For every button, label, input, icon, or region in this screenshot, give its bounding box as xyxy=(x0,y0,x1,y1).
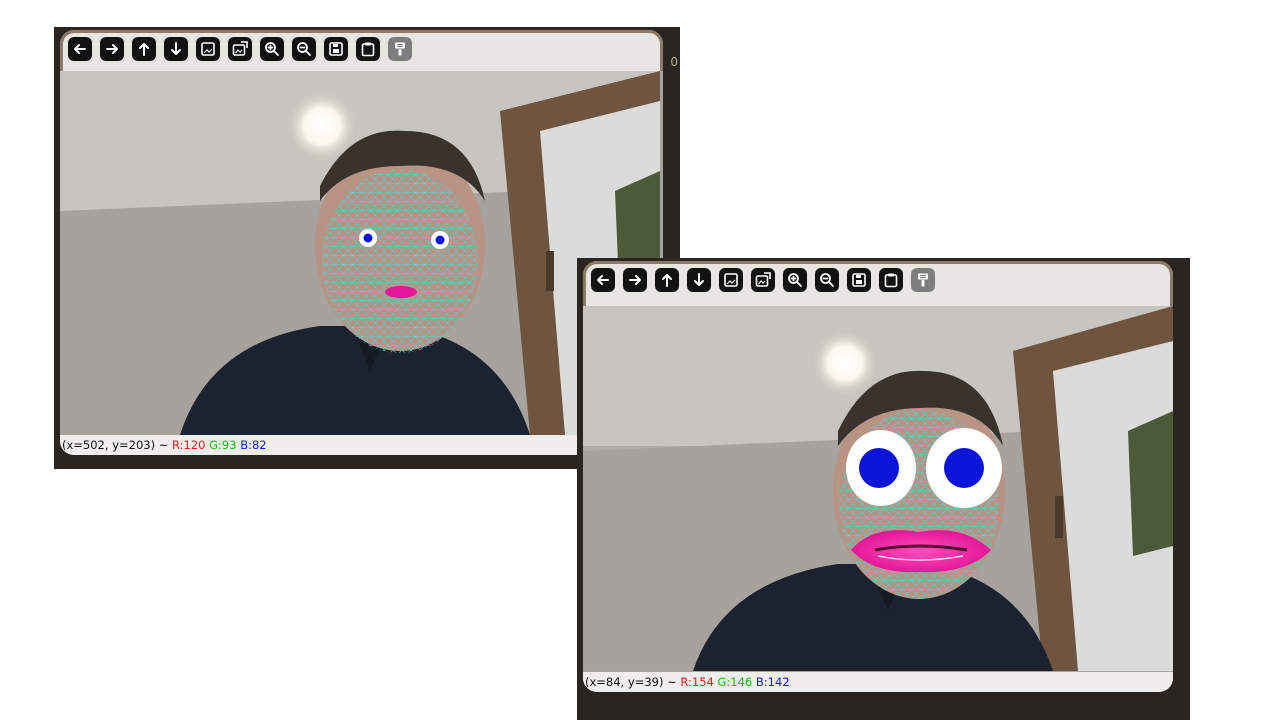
pan-down-icon xyxy=(171,42,181,55)
pan-up-button[interactable] xyxy=(655,268,679,292)
cursor-coordinates: (x=84, y=39) ~ xyxy=(585,675,677,689)
properties-icon xyxy=(918,273,928,287)
properties-button[interactable] xyxy=(911,268,935,292)
original-size-icon xyxy=(755,272,771,287)
status-bar: (x=502, y=203) ~ R:120 G:93 B:82 xyxy=(60,435,663,455)
zoom-in-icon xyxy=(788,273,802,287)
zoom-out-icon xyxy=(820,273,834,287)
zoom-out-button[interactable] xyxy=(292,37,316,61)
pan-up-button[interactable] xyxy=(132,37,156,61)
red-value: R:120 xyxy=(172,438,206,452)
pan-up-icon xyxy=(139,43,149,56)
forward-button[interactable] xyxy=(100,37,124,61)
zoom-in-button[interactable] xyxy=(783,268,807,292)
save-icon xyxy=(329,42,343,56)
forward-icon xyxy=(106,44,118,54)
zoom-out-button[interactable] xyxy=(815,268,839,292)
save-icon xyxy=(852,273,866,287)
fit-image-button[interactable] xyxy=(196,37,220,61)
toolbar xyxy=(591,266,935,294)
original-size-button[interactable] xyxy=(228,37,252,61)
fit-image-icon xyxy=(724,273,738,287)
window-panel: (x=84, y=39) ~ R:154 G:146 B:142 xyxy=(583,261,1173,692)
zoom-out-icon xyxy=(297,42,311,56)
webcam-view[interactable] xyxy=(60,71,663,435)
save-button[interactable] xyxy=(324,37,348,61)
blue-value: B:142 xyxy=(755,675,790,689)
toolbar xyxy=(68,35,412,63)
green-value: G:93 xyxy=(209,438,237,452)
original-size-icon xyxy=(232,41,248,56)
zoom-in-button[interactable] xyxy=(260,37,284,61)
blue-value: B:82 xyxy=(240,438,267,452)
fit-image-icon xyxy=(201,42,215,56)
save-button[interactable] xyxy=(847,268,871,292)
original-size-button[interactable] xyxy=(751,268,775,292)
pan-down-icon xyxy=(694,273,704,286)
copy-clipboard-button[interactable] xyxy=(356,37,380,61)
zoom-in-icon xyxy=(265,42,279,56)
copy-clipboard-icon xyxy=(361,42,375,57)
pan-down-button[interactable] xyxy=(164,37,188,61)
green-value: G:146 xyxy=(717,675,753,689)
image-window-right: (x=84, y=39) ~ R:154 G:146 B:142 xyxy=(577,258,1190,720)
properties-icon xyxy=(395,42,405,56)
cursor-coordinates: (x=502, y=203) ~ xyxy=(62,438,169,452)
back-icon xyxy=(597,275,609,285)
fit-image-button[interactable] xyxy=(719,268,743,292)
edge-digit: 0 xyxy=(670,55,678,69)
forward-button[interactable] xyxy=(623,268,647,292)
properties-button[interactable] xyxy=(388,37,412,61)
pan-up-icon xyxy=(662,274,672,287)
back-button[interactable] xyxy=(591,268,615,292)
back-icon xyxy=(74,44,86,54)
window-panel: (x=502, y=203) ~ R:120 G:93 B:82 xyxy=(60,30,663,455)
pan-down-button[interactable] xyxy=(687,268,711,292)
webcam-frame xyxy=(60,71,660,435)
back-button[interactable] xyxy=(68,37,92,61)
red-value: R:154 xyxy=(680,675,714,689)
copy-clipboard-button[interactable] xyxy=(879,268,903,292)
forward-icon xyxy=(629,275,641,285)
copy-clipboard-icon xyxy=(884,273,898,288)
webcam-frame xyxy=(583,306,1173,671)
status-bar: (x=84, y=39) ~ R:154 G:146 B:142 xyxy=(583,672,1173,692)
webcam-view[interactable] xyxy=(583,306,1173,672)
